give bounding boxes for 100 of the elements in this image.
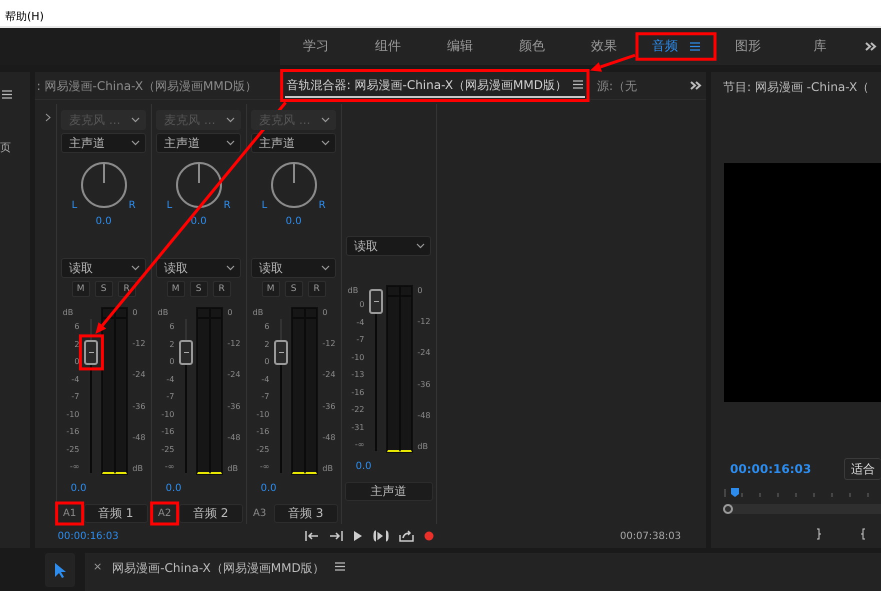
double-chevron-icon[interactable]: [865, 42, 877, 51]
scale-label: 0: [74, 356, 80, 368]
record-icon[interactable]: [424, 531, 434, 541]
scale-label: 0: [132, 307, 138, 319]
unit-label: dB: [252, 307, 264, 319]
workspace-tab[interactable]: 音频: [640, 36, 712, 56]
workspace-tab[interactable]: 库: [784, 36, 856, 56]
step-forward-icon[interactable]: [328, 530, 343, 542]
scale-label: -10: [351, 352, 364, 364]
scale-label: -7: [261, 391, 270, 403]
scale-label: -24: [227, 369, 242, 382]
track-name: 主声道: [344, 482, 433, 501]
channel-button[interactable]: S: [94, 281, 113, 297]
panel-tab[interactable]: : 网易漫画-China-X（网易漫画MMD版）: [34, 74, 275, 96]
highlight-box: [55, 502, 84, 526]
scale-label: -16: [256, 426, 270, 438]
close-button[interactable]: ×: [93, 559, 102, 576]
fader-thumb[interactable]: [84, 340, 98, 365]
fader-thumb[interactable]: [369, 288, 384, 314]
fader-thumb[interactable]: [179, 340, 194, 365]
workspace-tab[interactable]: 组件: [352, 36, 424, 56]
scale-label: -13: [351, 369, 364, 381]
panel-title[interactable]: 网易漫画-China-X（网易漫画MMD版）: [112, 559, 325, 577]
play-icon[interactable]: [352, 530, 363, 542]
fader-thumb[interactable]: [274, 340, 288, 365]
channel-button[interactable]: R: [212, 281, 231, 297]
channel-button[interactable]: M: [262, 281, 280, 297]
menu-icon[interactable]: [2, 90, 12, 99]
chevron-down-icon: [321, 117, 330, 123]
selection-tool[interactable]: [45, 553, 75, 587]
volume-value: 0.0: [356, 460, 372, 474]
annotation-arrow: [590, 54, 636, 72]
channel-button[interactable]: R: [308, 281, 326, 297]
menu-icon[interactable]: [573, 80, 583, 89]
scale-label: -4: [356, 316, 364, 328]
chevron-down-icon: [321, 140, 330, 146]
scale-label: -12: [322, 338, 336, 350]
scale-label: dB: [322, 462, 334, 475]
automation-dropdown[interactable]: 读取: [251, 258, 336, 278]
automation-dropdown[interactable]: 读取: [156, 258, 242, 278]
chevron-down-icon: [131, 117, 140, 123]
cursor-icon: [54, 562, 66, 578]
scale-label: -16: [351, 386, 364, 398]
channel-button[interactable]: S: [190, 281, 208, 297]
track-id: A3: [252, 507, 268, 521]
scale-label: -36: [417, 378, 432, 391]
pan-knob[interactable]: [174, 161, 223, 209]
duration: 00:07:38:03: [620, 530, 681, 544]
workspace-tab[interactable]: 编辑: [424, 36, 496, 56]
menu-icon[interactable]: [690, 42, 700, 51]
scale-label: -4: [71, 374, 80, 386]
panel-tab[interactable]: 音轨混合器: 网易漫画-China-X（网易漫画MMD版）: [284, 74, 585, 98]
export-icon[interactable]: [398, 530, 414, 542]
step-back-icon[interactable]: [304, 530, 319, 542]
channel-button[interactable]: M: [72, 281, 90, 297]
panel-tab[interactable]: 源:（无: [595, 74, 647, 96]
scale-label: dB: [227, 462, 239, 475]
pan-value: 0.0: [190, 215, 208, 229]
unit-label: dB: [62, 307, 74, 319]
automation-dropdown[interactable]: 读取: [346, 236, 432, 256]
volume-value: 0.0: [70, 482, 87, 496]
channel-button[interactable]: M: [166, 281, 185, 297]
scale-label: -∞: [70, 461, 80, 473]
output-dropdown[interactable]: 主声道: [156, 133, 242, 153]
scale-label: -36: [322, 400, 336, 413]
zoom-dropdown[interactable]: 适合: [844, 458, 881, 480]
scale-label: 6: [169, 321, 174, 333]
scale-label: 0: [359, 299, 364, 311]
menu-icon[interactable]: [334, 562, 345, 571]
pan-knob[interactable]: [270, 161, 318, 209]
scale-label: -10: [256, 408, 270, 420]
workspace-tab[interactable]: 图形: [712, 36, 784, 56]
pan-knob[interactable]: [80, 161, 128, 209]
workspace-tab[interactable]: 效果: [568, 36, 640, 56]
scale-label: 2: [264, 338, 270, 350]
scale-label: 2: [169, 338, 174, 350]
double-chevron-icon[interactable]: [690, 81, 702, 90]
scale-label: -25: [161, 444, 174, 456]
mark-out-icon[interactable]: [816, 528, 822, 540]
unit-label: dB: [348, 285, 358, 297]
output-dropdown[interactable]: 主声道: [61, 133, 146, 153]
channel-button[interactable]: S: [284, 281, 303, 297]
workspace-tab[interactable]: 颜色: [496, 36, 568, 56]
scale-label: dB: [132, 462, 144, 475]
scale-label: -12: [227, 338, 242, 350]
mark-icon[interactable]: [860, 528, 866, 540]
scale-label: -36: [227, 400, 242, 413]
scale-label: -24: [132, 369, 146, 382]
volume-value: 0.0: [260, 482, 277, 496]
workspace-tab[interactable]: 学习: [280, 36, 352, 56]
scale-label: -16: [66, 426, 80, 438]
menu-item[interactable]: 帮助(H): [5, 10, 44, 23]
panel-label: 页: [0, 140, 11, 156]
chevron-down-icon: [226, 140, 236, 146]
scale-label: dB: [417, 440, 429, 453]
scale-label: -4: [261, 374, 270, 386]
output-dropdown[interactable]: 主声道: [251, 133, 336, 153]
automation-dropdown[interactable]: 读取: [61, 258, 146, 278]
expand-icon[interactable]: [44, 113, 51, 122]
panel-title[interactable]: 节目: 网易漫画 -China-X（: [711, 72, 881, 100]
